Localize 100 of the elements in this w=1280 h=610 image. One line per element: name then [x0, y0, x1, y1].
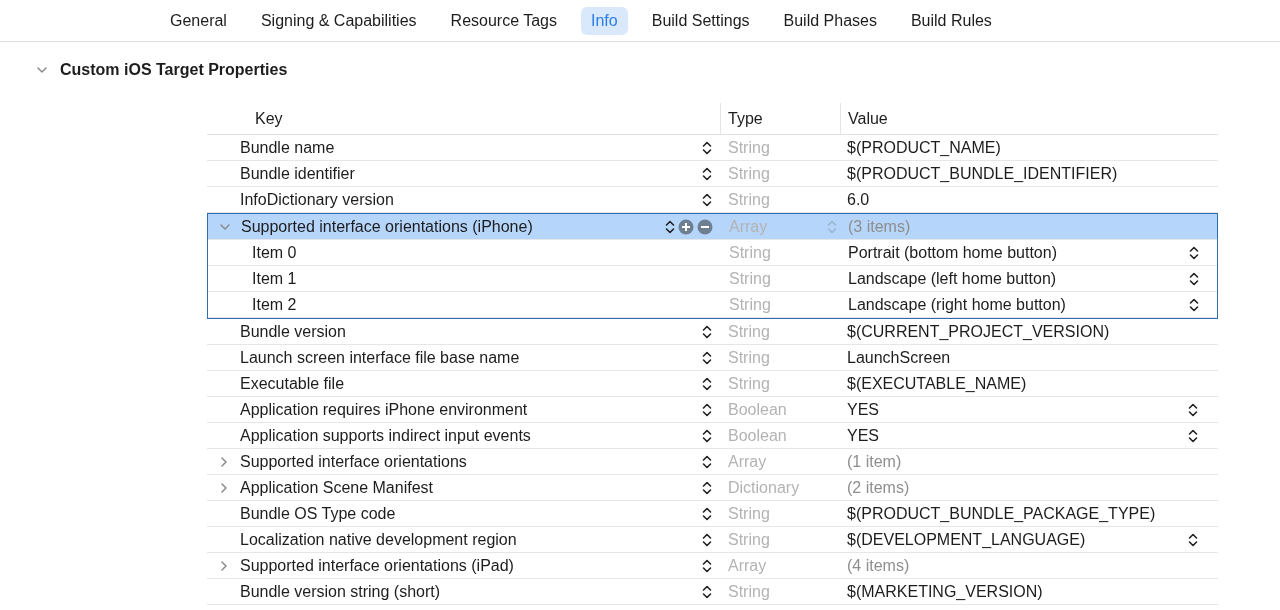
- property-value: Portrait (bottom home button): [848, 243, 1057, 262]
- stepper-icon[interactable]: [1188, 401, 1198, 418]
- stepper-icon[interactable]: [702, 583, 712, 600]
- property-key: Application requires iPhone environment: [240, 400, 699, 419]
- column-header[interactable]: Type: [720, 103, 840, 134]
- add-icon[interactable]: [678, 218, 694, 235]
- property-type: String: [728, 374, 770, 393]
- property-row[interactable]: Bundle name String $(PRODUCT_NAME): [207, 135, 1218, 161]
- stepper-icon[interactable]: [1188, 427, 1198, 444]
- property-row[interactable]: Executable file String $(EXECUTABLE_NAME): [207, 371, 1218, 397]
- property-key: Executable file: [240, 374, 699, 393]
- property-key: Application Scene Manifest: [240, 478, 699, 497]
- stepper-icon[interactable]: [702, 139, 712, 156]
- property-value: LaunchScreen: [847, 348, 951, 367]
- property-value: $(CURRENT_PROJECT_VERSION): [847, 322, 1110, 341]
- property-key: InfoDictionary version: [240, 190, 699, 209]
- chevron-down-icon[interactable]: [36, 64, 48, 76]
- property-key: Launch screen interface file base name: [240, 348, 699, 367]
- property-row[interactable]: Bundle version String $(CURRENT_PROJECT_VERSION): [207, 319, 1218, 345]
- stepper-icon[interactable]: [702, 505, 712, 522]
- tab[interactable]: General: [160, 6, 237, 35]
- property-key: Item 1: [252, 269, 713, 288]
- property-row[interactable]: Application requires iPhone environment Boolean YES: [207, 397, 1218, 423]
- property-type: String: [728, 164, 770, 183]
- column-header[interactable]: Value: [840, 103, 1218, 134]
- stepper-icon[interactable]: [702, 427, 712, 444]
- property-type: String: [728, 190, 770, 209]
- property-row[interactable]: Supported interface orientations Array (1 item): [207, 449, 1218, 475]
- property-row[interactable]: Application Scene Manifest Dictionary (2 items): [207, 475, 1218, 501]
- property-key: Item 0: [252, 243, 713, 262]
- property-value: YES: [847, 426, 879, 445]
- stepper-icon[interactable]: [1188, 531, 1198, 548]
- property-key: Localization native development region: [240, 530, 699, 549]
- property-key: Supported interface orientations: [240, 452, 699, 471]
- property-type: String: [728, 348, 770, 367]
- tab[interactable]: Build Settings: [641, 6, 760, 35]
- stepper-icon[interactable]: [702, 165, 712, 182]
- tab[interactable]: Build Phases: [773, 6, 887, 35]
- property-value: $(DEVELOPMENT_LANGUAGE): [847, 530, 1086, 549]
- property-value: Landscape (right home button): [848, 295, 1066, 314]
- tab[interactable]: Resource Tags: [440, 6, 567, 35]
- stepper-icon[interactable]: [1189, 296, 1199, 313]
- property-key: Item 2: [252, 295, 713, 314]
- property-type: Boolean: [728, 400, 787, 419]
- stepper-icon[interactable]: [702, 479, 712, 496]
- property-row[interactable]: Bundle identifier String $(PRODUCT_BUNDLE_IDENTIFIER): [207, 161, 1218, 187]
- section-title: Custom iOS Target Properties: [60, 61, 288, 79]
- property-row[interactable]: Application supports indirect input events Boolean YES: [207, 423, 1218, 449]
- property-key: Bundle OS Type code: [240, 504, 699, 523]
- property-type: Array: [728, 556, 767, 575]
- property-value: YES: [847, 400, 879, 419]
- property-type: Array: [729, 217, 768, 236]
- tab[interactable]: Signing & Capabilities: [250, 6, 427, 35]
- property-type: String: [728, 582, 770, 601]
- property-row[interactable]: Localization native development region String $(DEVELOPMENT_LANGUAGE): [207, 527, 1218, 553]
- property-value: Landscape (left home button): [848, 269, 1057, 288]
- property-key: Application supports indirect input events: [240, 426, 699, 445]
- property-row[interactable]: Bundle version string (short) String $(MARKETING_VERSION): [207, 579, 1218, 605]
- property-value: $(PRODUCT_BUNDLE_PACKAGE_TYPE): [847, 504, 1156, 523]
- property-value: (3 items): [848, 217, 911, 236]
- stepper-icon[interactable]: [1189, 270, 1199, 287]
- property-row[interactable]: Supported interface orientations (iPhone) Array (3 items): [208, 214, 1217, 240]
- property-value: $(PRODUCT_BUNDLE_IDENTIFIER): [847, 164, 1118, 183]
- property-type: String: [729, 243, 771, 262]
- property-value: $(PRODUCT_NAME): [847, 138, 1001, 157]
- property-type: Boolean: [728, 426, 787, 445]
- property-value: $(MARKETING_VERSION): [847, 582, 1043, 601]
- property-key: Bundle identifier: [240, 164, 699, 183]
- stepper-icon[interactable]: [702, 453, 712, 470]
- remove-icon[interactable]: [697, 218, 713, 235]
- property-value: (2 items): [847, 478, 910, 497]
- property-type: Array: [728, 452, 767, 471]
- property-row[interactable]: Item 1 String Landscape (left home button): [208, 266, 1217, 292]
- stepper-icon[interactable]: [702, 531, 712, 548]
- property-key: Supported interface orientations (iPhone): [241, 217, 662, 236]
- property-type: String: [728, 322, 770, 341]
- property-type: String: [729, 295, 771, 314]
- tab[interactable]: Build Rules: [900, 6, 1002, 35]
- stepper-icon[interactable]: [702, 401, 712, 418]
- property-row[interactable]: Item 2 String Landscape (right home button): [208, 292, 1217, 318]
- stepper-icon[interactable]: [665, 218, 675, 235]
- property-row[interactable]: InfoDictionary version String 6.0: [207, 187, 1218, 213]
- property-type: String: [729, 269, 771, 288]
- property-row[interactable]: Supported interface orientations (iPad) Array (4 items): [207, 553, 1218, 579]
- column-header[interactable]: Key: [207, 103, 720, 134]
- property-type: String: [728, 504, 770, 523]
- property-value: $(EXECUTABLE_NAME): [847, 374, 1027, 393]
- property-row[interactable]: Bundle OS Type code String $(PRODUCT_BUNDLE_PACKAGE_TYPE): [207, 501, 1218, 527]
- stepper-icon[interactable]: [702, 323, 712, 340]
- property-row[interactable]: Launch screen interface file base name String LaunchScreen: [207, 345, 1218, 371]
- property-value: 6.0: [847, 190, 870, 209]
- stepper-icon[interactable]: [702, 191, 712, 208]
- stepper-icon[interactable]: [702, 375, 712, 392]
- property-type: Dictionary: [728, 478, 800, 497]
- stepper-icon[interactable]: [702, 349, 712, 366]
- stepper-icon[interactable]: [1189, 244, 1199, 261]
- stepper-icon[interactable]: [702, 557, 712, 574]
- property-key: Bundle version string (short): [240, 582, 699, 601]
- property-row[interactable]: Item 0 String Portrait (bottom home button): [208, 240, 1217, 266]
- property-value: (4 items): [847, 556, 910, 575]
